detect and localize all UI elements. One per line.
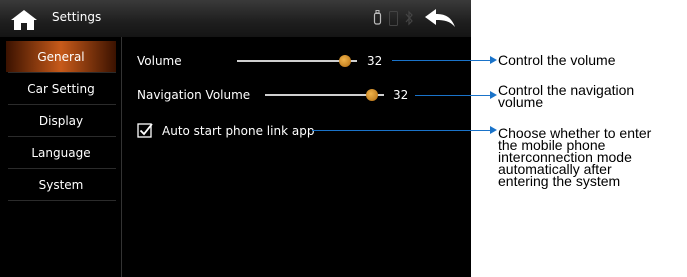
volume-label: Volume <box>137 54 182 68</box>
sidebar-item-label: Display <box>38 113 84 128</box>
sidebar-item-label: System <box>38 177 84 192</box>
auto-start-label: Auto start phone link app <box>162 124 315 138</box>
callout-arrow-icon <box>490 91 497 99</box>
navigation-volume-slider-knob[interactable] <box>366 89 379 101</box>
sidebar-item-language[interactable]: Language <box>6 137 116 168</box>
callout-line <box>312 130 490 131</box>
usb-icon <box>373 10 382 25</box>
phone-icon <box>389 11 398 26</box>
sidebar-item-general[interactable]: General <box>6 41 116 72</box>
sidebar-item-car-setting[interactable]: Car Setting <box>6 73 116 104</box>
navigation-volume-slider[interactable] <box>265 89 384 101</box>
sidebar-item-label: Car Setting <box>27 81 95 96</box>
sidebar-item-label: General <box>37 49 85 64</box>
callout-line <box>392 60 490 61</box>
volume-slider-knob[interactable] <box>339 55 351 67</box>
checkmark-icon <box>139 123 153 136</box>
callout-line <box>415 95 490 96</box>
callout-arrow-icon <box>490 126 497 134</box>
sidebar-item-label: Language <box>31 145 91 160</box>
volume-slider[interactable] <box>237 55 357 67</box>
page-title: Settings <box>52 10 102 24</box>
navigation-volume-label: Navigation Volume <box>137 88 251 102</box>
navigation-volume-value: 32 <box>393 88 409 102</box>
top-bar: Settings <box>0 0 471 37</box>
auto-start-checkbox[interactable] <box>137 122 153 138</box>
callout-auto-start: Choose whether to enter the mobile phone… <box>498 125 652 189</box>
callout-navigation-volume: Control the navigation volume <box>498 82 635 110</box>
bluetooth-icon <box>405 10 413 26</box>
sidebar-separator <box>8 200 116 201</box>
sidebar-divider <box>121 37 122 277</box>
head-unit-screen: Settings General Car Setting Display Lan… <box>0 0 471 277</box>
sidebar-item-system[interactable]: System <box>6 169 116 200</box>
volume-value: 32 <box>367 54 383 68</box>
back-arrow-icon[interactable] <box>424 8 456 28</box>
home-icon[interactable] <box>9 9 39 31</box>
sidebar-item-display[interactable]: Display <box>6 105 116 136</box>
callout-volume: Control the volume <box>498 52 616 68</box>
callout-arrow-icon <box>490 56 497 64</box>
